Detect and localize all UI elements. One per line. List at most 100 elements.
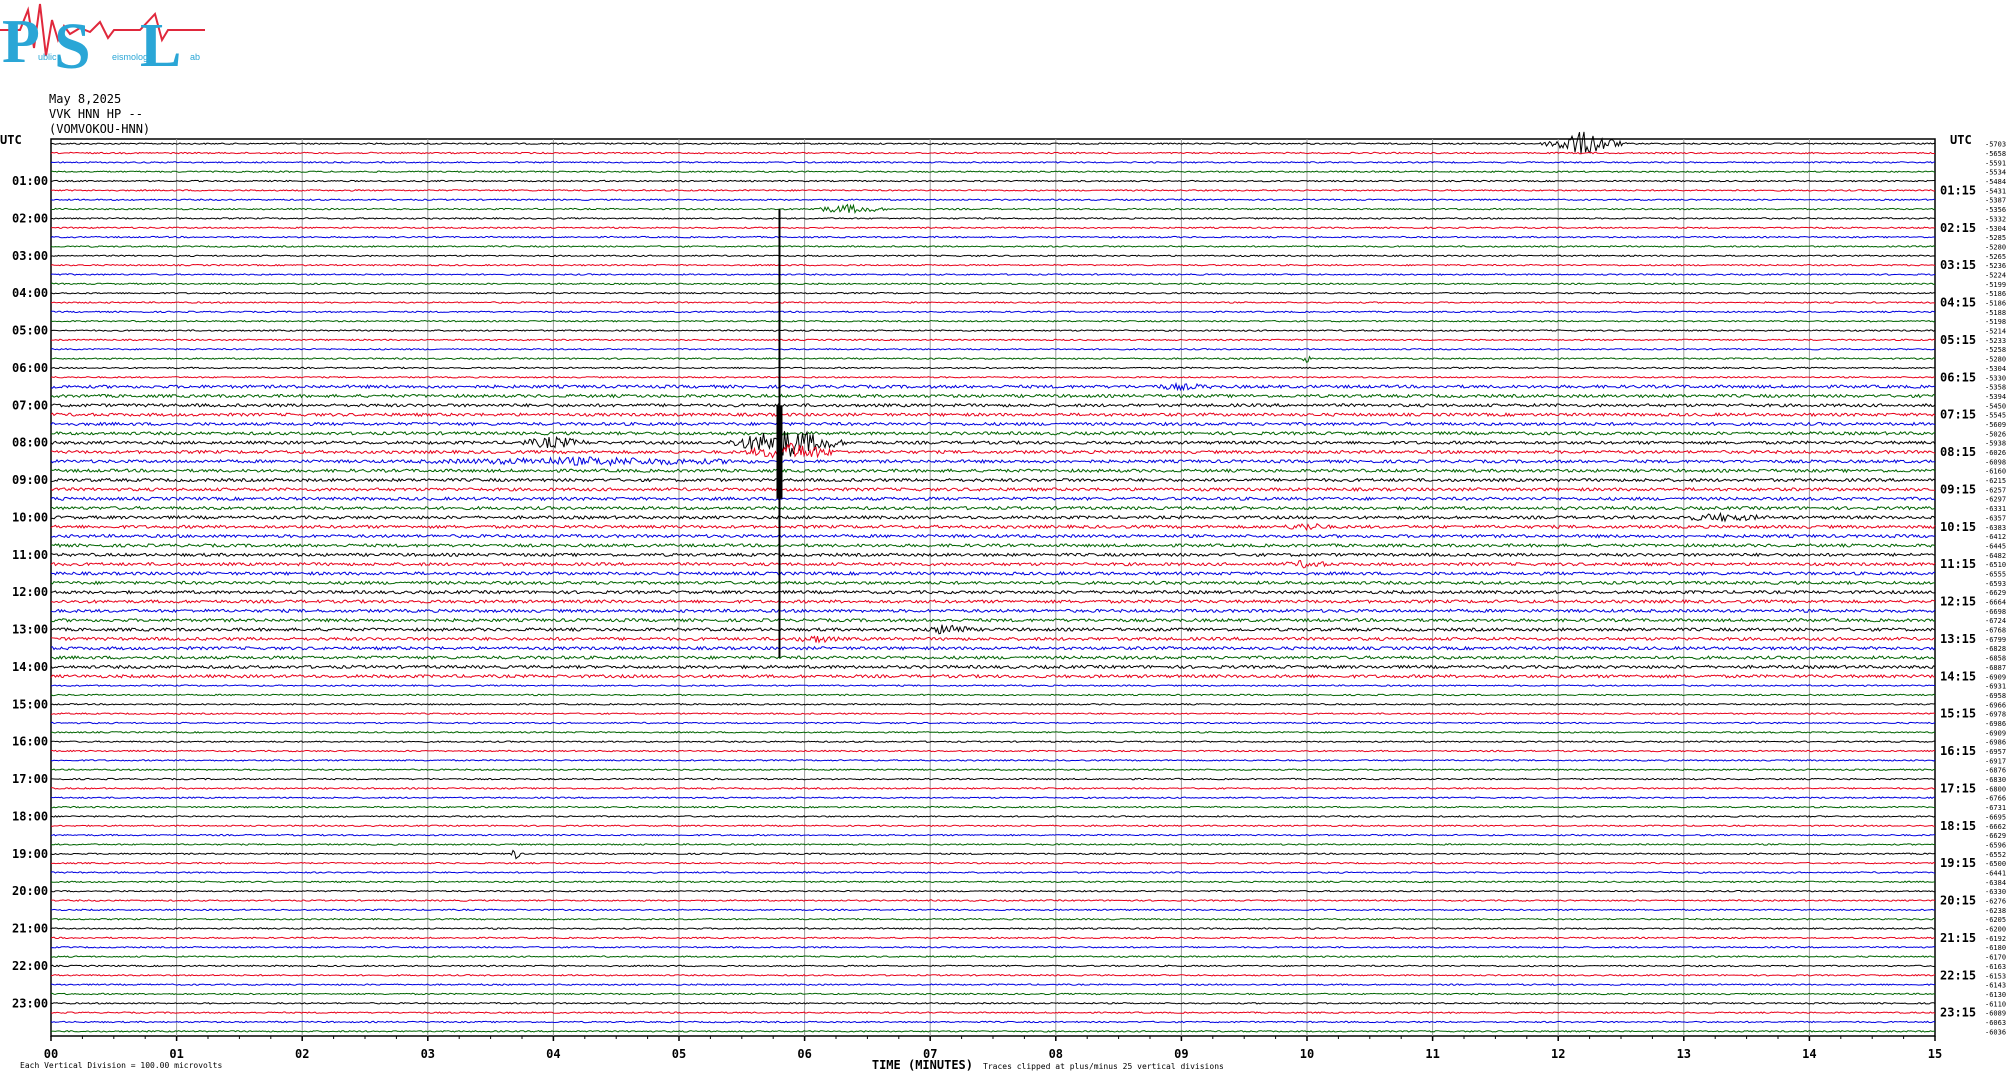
hour-label-left: 15:00 — [12, 697, 48, 711]
trace-row-25 — [50, 375, 1936, 379]
chart-traces — [50, 131, 1936, 1033]
row-offset-label: -6089 — [1985, 1010, 2006, 1018]
hour-label-left: 02:00 — [12, 211, 48, 225]
hour-label-left: 22:00 — [12, 959, 48, 973]
trace-row-82 — [51, 908, 1936, 912]
hour-label-right: 15:15 — [1940, 707, 1976, 721]
trace-row-51 — [50, 617, 1936, 623]
row-offset-label: -5938 — [1985, 440, 2006, 448]
row-offset-label: -5450 — [1985, 402, 2006, 410]
trace-row-49 — [50, 598, 1936, 605]
trace-row-44 — [50, 552, 1936, 558]
trace-row-72 — [50, 815, 1936, 818]
hour-label-right: 05:15 — [1940, 333, 1976, 347]
row-offset-label: -5258 — [1985, 346, 2006, 354]
row-offset-label: -6958 — [1985, 692, 2006, 700]
hour-label-right: 22:15 — [1940, 968, 1976, 982]
row-offset-label: -6330 — [1985, 888, 2006, 896]
row-offset-label: -5236 — [1985, 262, 2006, 270]
row-offset-label: -6800 — [1985, 785, 2006, 793]
trace-row-67 — [50, 768, 1936, 772]
trace-row-17 — [50, 301, 1936, 304]
trace-row-33 — [50, 442, 1936, 459]
hour-label-right: 14:15 — [1940, 669, 1976, 683]
footer-left-note: Each Vertical Division = 100.00 microvol… — [20, 1061, 222, 1070]
row-offset-label: -5304 — [1985, 225, 2006, 233]
row-offset-label: -5280 — [1985, 243, 2006, 251]
trace-row-65 — [50, 749, 1936, 753]
row-offset-label: -6510 — [1985, 561, 2006, 569]
trace-row-92 — [50, 1001, 1936, 1005]
trace-row-73 — [50, 824, 1935, 828]
row-offset-label: -5591 — [1985, 159, 2006, 167]
trace-row-95 — [50, 1029, 1935, 1033]
row-offset-label: -6887 — [1985, 664, 2006, 672]
row-offset-label: -5330 — [1985, 374, 2006, 382]
x-tick-label-13: 13 — [1677, 1047, 1691, 1061]
trace-row-10 — [50, 235, 1936, 239]
trace-row-20 — [50, 329, 1936, 332]
trace-row-50 — [50, 608, 1936, 614]
hour-label-left: 10:00 — [12, 510, 48, 524]
trace-row-34 — [50, 456, 1935, 467]
trace-row-91 — [51, 992, 1936, 996]
row-offset-label: -5387 — [1985, 197, 2006, 205]
trace-row-6 — [50, 198, 1935, 202]
row-offset-label: -6799 — [1985, 636, 2006, 644]
row-offset-label: -6163 — [1985, 963, 2006, 971]
trace-row-41 — [50, 523, 1936, 532]
row-offset-label: -5703 — [1985, 141, 2006, 149]
row-offset-label: -6978 — [1985, 711, 2006, 719]
x-tick-label-05: 05 — [672, 1047, 686, 1061]
row-offset-label: -5199 — [1985, 281, 2006, 289]
x-tick-label-03: 03 — [421, 1047, 435, 1061]
row-offset-label: -5545 — [1985, 412, 2006, 420]
trace-row-21 — [50, 338, 1936, 342]
trace-row-88 — [50, 964, 1936, 968]
hour-label-left: 17:00 — [12, 772, 48, 786]
row-offset-label: -6858 — [1985, 655, 2006, 663]
trace-row-93 — [50, 1011, 1936, 1014]
trace-row-57 — [50, 673, 1936, 679]
row-offset-label: -6036 — [1985, 1028, 2006, 1036]
row-offset-label: -5304 — [1985, 365, 2006, 373]
x-tick-label-02: 02 — [295, 1047, 309, 1061]
row-offset-label: -6160 — [1985, 468, 2006, 476]
footer-right-note: Traces clipped at plus/minus 25 vertical… — [983, 1062, 1224, 1071]
row-offset-label: -6180 — [1985, 944, 2006, 952]
row-offset-label: -6629 — [1985, 589, 2006, 597]
row-offset-label: -5265 — [1985, 253, 2006, 261]
trace-row-4 — [50, 179, 1935, 183]
x-tick-label-12: 12 — [1551, 1047, 1565, 1061]
hour-label-right: 12:15 — [1940, 595, 1976, 609]
trace-row-53 — [50, 635, 1936, 644]
row-offset-label: -5186 — [1985, 290, 2006, 298]
trace-row-56 — [50, 664, 1936, 670]
trace-row-77 — [51, 861, 1936, 865]
row-offset-label: -5484 — [1985, 178, 2006, 186]
row-offset-label: -6331 — [1985, 505, 2006, 513]
hour-label-right: 09:15 — [1940, 482, 1976, 496]
trace-row-38 — [50, 496, 1936, 502]
trace-row-63 — [50, 730, 1936, 734]
hour-label-left: 19:00 — [12, 847, 48, 861]
row-offset-label: -6986 — [1985, 720, 2006, 728]
trace-row-74 — [50, 833, 1936, 837]
trace-row-5 — [50, 189, 1936, 192]
trace-row-64 — [50, 740, 1936, 744]
row-offset-label: -5358 — [1985, 384, 2006, 392]
trace-row-71 — [50, 805, 1936, 809]
trace-row-29 — [50, 412, 1936, 418]
trace-row-81 — [50, 899, 1936, 902]
row-offset-label: -6876 — [1985, 767, 2006, 775]
hour-label-right: 18:15 — [1940, 819, 1976, 833]
row-offset-label: -6766 — [1985, 795, 2006, 803]
row-offset-label: -6153 — [1985, 972, 2006, 980]
hour-label-right: 23:15 — [1940, 1006, 1976, 1020]
row-offset-label: -5214 — [1985, 328, 2006, 336]
row-offset-label: -6276 — [1985, 898, 2006, 906]
x-tick-label-14: 14 — [1802, 1047, 1816, 1061]
trace-row-22 — [50, 347, 1936, 351]
trace-row-68 — [51, 777, 1936, 781]
hour-label-left: 09:00 — [12, 473, 48, 487]
